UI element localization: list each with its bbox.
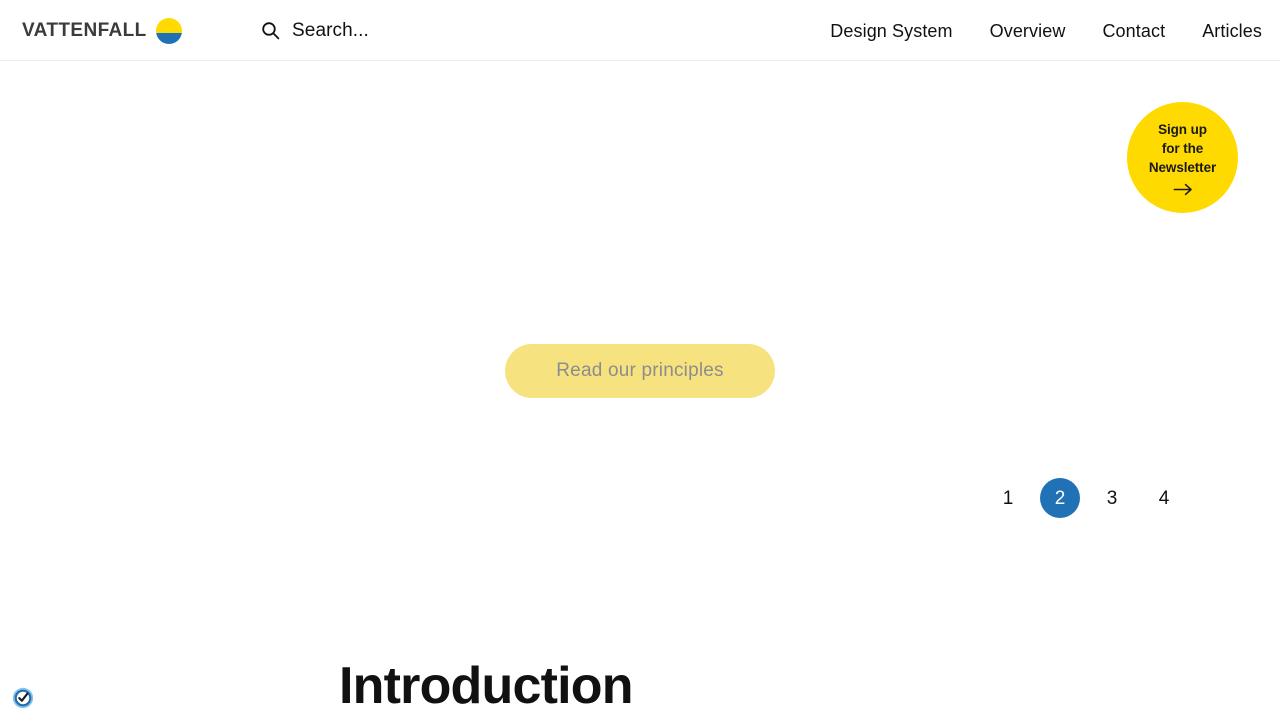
nav-link-articles[interactable]: Articles [1202,22,1262,40]
read-our-principles-button[interactable]: Read our principles [505,344,775,398]
pagination-page-2[interactable]: 2 [1040,478,1080,518]
vattenfall-circle-icon [155,17,182,44]
nav-link-overview[interactable]: Overview [990,22,1066,40]
search-input[interactable]: Search... [261,0,369,61]
brand-logo-link[interactable]: VATTENFALL [22,0,182,61]
pagination-page-3[interactable]: 3 [1092,478,1132,518]
newsletter-label: Sign up for the Newsletter [1149,120,1216,177]
newsletter-line-1: Sign up [1158,121,1207,137]
privacy-check-badge-button[interactable] [11,686,35,710]
pagination-page-1[interactable]: 1 [988,478,1028,518]
pagination-page-4[interactable]: 4 [1144,478,1184,518]
arrow-right-icon [1173,177,1193,196]
nav-link-design-system[interactable]: Design System [830,22,952,40]
nav-link-contact[interactable]: Contact [1102,22,1165,40]
newsletter-line-2: for the [1161,140,1204,156]
page-title: Introduction [339,657,633,715]
site-header: VATTENFALL Search... Design System Overv… [0,0,1280,61]
pagination: 1 2 3 4 [988,478,1184,518]
newsletter-signup-button[interactable]: Sign up for the Newsletter [1127,102,1238,213]
brand-wordmark: VATTENFALL [22,20,147,41]
primary-navigation: Design System Overview Contact Articles [830,0,1262,61]
newsletter-line-3: Newsletter [1148,159,1217,175]
search-icon [261,21,280,40]
check-badge-icon [11,686,35,710]
search-placeholder-text: Search... [292,20,369,41]
